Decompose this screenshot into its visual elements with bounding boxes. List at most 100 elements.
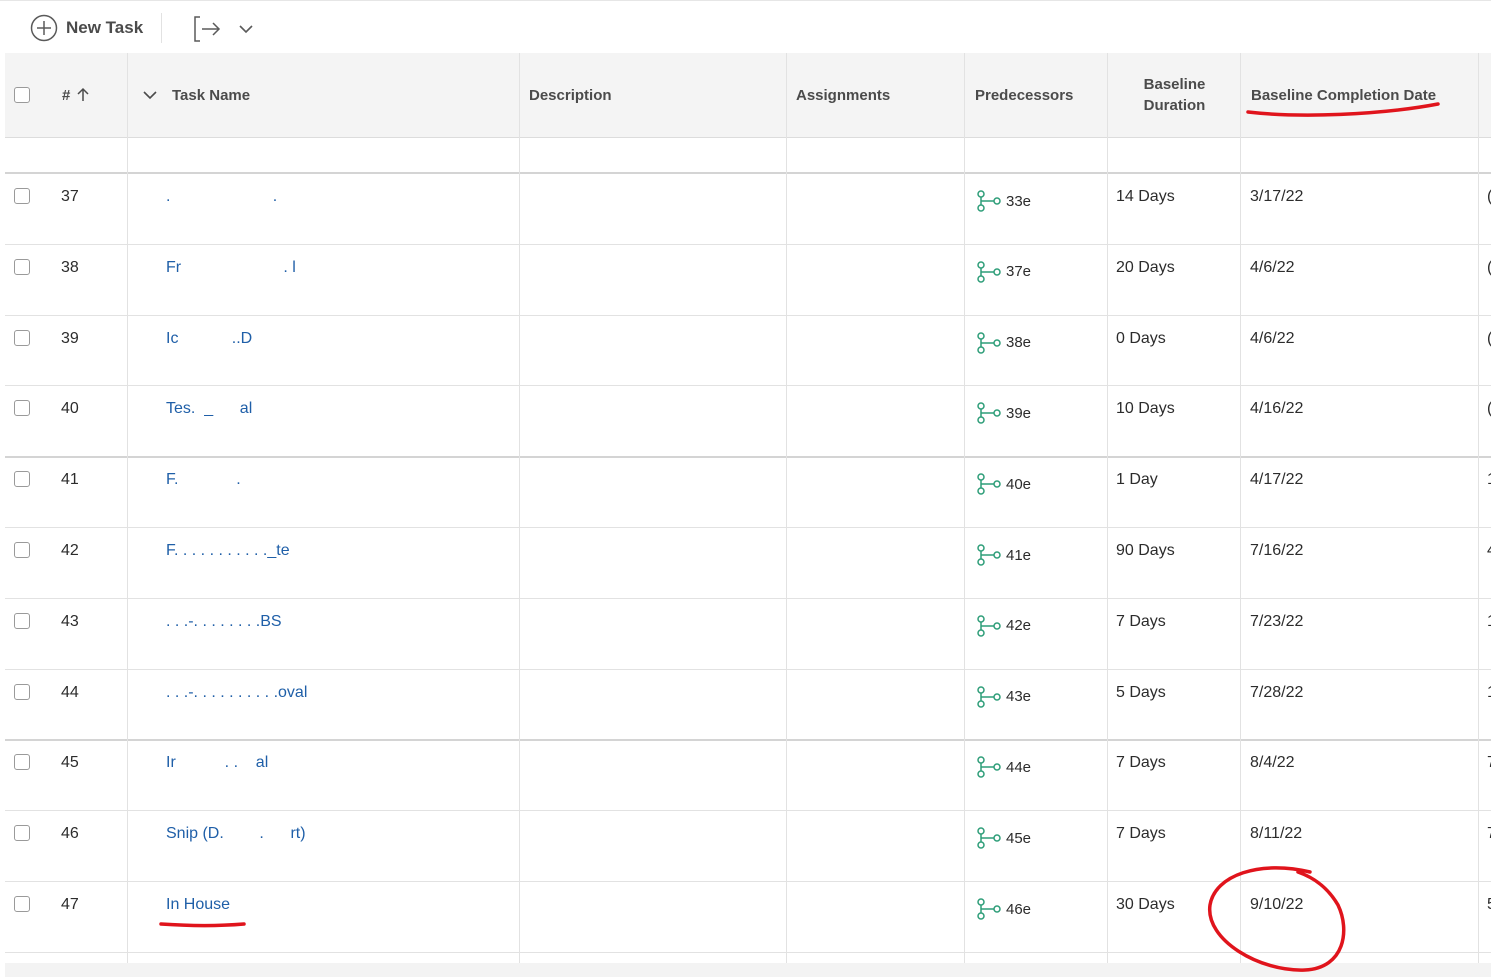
row-checkbox[interactable] — [14, 612, 30, 629]
row-checkbox[interactable] — [14, 400, 30, 417]
predecessor-value: 46e — [1006, 900, 1032, 918]
next-column-cell: 7 — [1487, 825, 1491, 843]
column-divider — [519, 53, 520, 963]
predecessor-cell[interactable]: 39e — [976, 402, 1032, 425]
predecessor-cell[interactable]: 38e — [976, 331, 1032, 354]
predecessor-value: 33e — [1006, 192, 1032, 210]
row-checkbox[interactable] — [14, 471, 30, 488]
task-grid: # Task Name Description Assignments Pred… — [5, 53, 1491, 963]
baseline-duration: 10 Days — [1116, 400, 1175, 418]
predecessor-cell[interactable]: 45e — [976, 827, 1031, 849]
horizontal-scrollbar[interactable] — [5, 963, 1491, 977]
col-assignments[interactable]: Assignments — [796, 53, 890, 137]
predecessor-value: 41e — [1006, 546, 1032, 564]
predecessor-icon — [977, 685, 1001, 708]
task-name-link[interactable]: In House — [166, 896, 230, 914]
predecessor-cell[interactable]: 43e — [976, 685, 1032, 708]
col-baseline-duration-label-line1: Baseline — [1143, 76, 1206, 93]
task-name-link[interactable]: F. . . . . . . . . . ._te — [166, 542, 290, 560]
baseline-completion-date: 8/4/22 — [1250, 754, 1295, 772]
next-column-cell: 1 — [1487, 684, 1491, 702]
table-row[interactable]: 40 Tes. _ al 39e 10 Days 4/16/22 ( — [5, 386, 1491, 459]
baseline-completion-date: 7/28/22 — [1250, 683, 1304, 701]
task-name-link[interactable]: Snip (D. . rt) — [166, 825, 306, 843]
row-checkbox[interactable] — [14, 683, 30, 700]
row-number: 47 — [61, 896, 79, 913]
col-baseline-completion-date[interactable]: Baseline Completion Date — [1251, 53, 1436, 137]
predecessor-cell[interactable]: 46e — [976, 898, 1031, 920]
baseline-completion-date: 4/6/22 — [1250, 329, 1295, 347]
new-task-button[interactable]: New Task — [30, 14, 143, 42]
export-icon[interactable] — [192, 14, 222, 44]
baseline-completion-date: 8/11/22 — [1250, 825, 1303, 843]
col-baseline-duration[interactable]: Baseline Duration — [1108, 53, 1241, 137]
column-divider — [786, 53, 787, 963]
select-all-checkbox[interactable] — [14, 87, 30, 103]
chevron-down-icon[interactable] — [142, 87, 158, 103]
table-row[interactable]: 41 F. . 40e 1 Day 4/17/22 1 — [5, 457, 1491, 528]
next-column-cell: 5 — [1487, 896, 1491, 914]
chevron-down-icon[interactable] — [238, 21, 254, 37]
row-checkbox[interactable] — [14, 754, 30, 771]
table-row[interactable]: 46 Snip (D. . rt) 45e 7 Days 8/11/22 7 — [5, 811, 1491, 882]
table-row[interactable]: 37 . . 33e 14 Days 3/17/22 ( — [5, 174, 1491, 245]
row-checkbox[interactable] — [14, 542, 30, 558]
predecessor-icon — [977, 544, 1001, 566]
task-name-link[interactable]: . . — [166, 188, 277, 206]
baseline-completion-date: 4/16/22 — [1250, 400, 1304, 418]
row-number: 41 — [61, 471, 79, 489]
predecessor-cell[interactable]: 42e — [976, 615, 1031, 637]
predecessor-cell[interactable]: 41e — [976, 544, 1031, 566]
col-number[interactable]: # — [62, 53, 90, 137]
predecessor-value: 38e — [1006, 334, 1032, 352]
row-number: 37 — [61, 188, 79, 205]
row-checkbox[interactable] — [14, 896, 30, 912]
predecessor-value: 43e — [1006, 688, 1032, 706]
baseline-completion-date: 3/17/22 — [1250, 188, 1304, 205]
table-row[interactable]: 43 . . .-. . . . . . . .BS 42e 7 Days 7/23/2… — [5, 599, 1491, 670]
baseline-completion-date: 4/6/22 — [1250, 258, 1295, 276]
table-row[interactable]: 47 In House 46e 30 Days 9/10/22 5 — [5, 882, 1491, 953]
predecessor-icon — [977, 827, 1001, 849]
predecessor-cell[interactable]: 37e — [976, 261, 1031, 283]
col-predecessors[interactable]: Predecessors — [975, 53, 1073, 137]
baseline-duration: 14 Days — [1116, 188, 1175, 205]
row-number: 46 — [61, 825, 79, 843]
baseline-duration: 90 Days — [1116, 542, 1175, 559]
table-row[interactable]: 45 Ir . . al 44e 7 Days 8/4/22 7 — [5, 740, 1491, 812]
predecessor-cell[interactable]: 40e — [976, 473, 1031, 495]
predecessor-icon — [977, 331, 1001, 354]
table-row[interactable]: 42 F. . . . . . . . . . ._te 41e 90 Days 7/1… — [5, 528, 1491, 599]
task-name-link[interactable]: . . .-. . . . . . . . . .oval — [166, 684, 307, 702]
row-checkbox[interactable] — [14, 825, 30, 842]
baseline-duration: 30 Days — [1116, 896, 1175, 913]
col-description[interactable]: Description — [529, 53, 612, 137]
row-number: 44 — [61, 683, 79, 701]
predecessor-cell[interactable]: 33e — [976, 190, 1031, 212]
table-row[interactable]: 44 . . .-. . . . . . . . . .oval 43e 5 Days… — [5, 670, 1491, 742]
col-baseline-completion-date-label: Baseline Completion Date — [1251, 86, 1437, 104]
row-checkbox[interactable] — [14, 258, 30, 275]
task-name-link[interactable]: Ic ..D — [166, 330, 252, 348]
predecessor-value: 37e — [1006, 263, 1032, 281]
predecessor-value: 39e — [1006, 404, 1032, 422]
task-name-link[interactable]: Tes. _ al — [166, 400, 252, 418]
predecessor-icon — [977, 473, 1001, 495]
task-name-link[interactable]: Fr . l — [166, 259, 296, 277]
table-row[interactable]: 38 Fr . l 37e 20 Days 4/6/22 ( — [5, 245, 1491, 316]
task-name-link[interactable]: F. . — [166, 471, 241, 489]
baseline-duration: 7 Days — [1116, 754, 1166, 772]
next-column-cell: ( — [1487, 330, 1491, 348]
table-row[interactable]: 39 Ic ..D 38e 0 Days 4/6/22 ( — [5, 316, 1491, 387]
column-divider — [964, 53, 965, 963]
row-checkbox[interactable] — [14, 329, 30, 346]
predecessor-value: 42e — [1006, 617, 1032, 635]
row-checkbox[interactable] — [14, 188, 30, 204]
predecessor-value: 45e — [1006, 829, 1032, 847]
predecessor-icon — [977, 261, 1001, 283]
task-name-link[interactable]: Ir . . al — [166, 754, 268, 772]
col-task-name[interactable]: Task Name — [142, 53, 250, 137]
predecessor-cell[interactable]: 44e — [976, 756, 1031, 779]
task-name-link[interactable]: . . .-. . . . . . . .BS — [166, 613, 282, 631]
new-task-label: New Task — [66, 18, 144, 37]
